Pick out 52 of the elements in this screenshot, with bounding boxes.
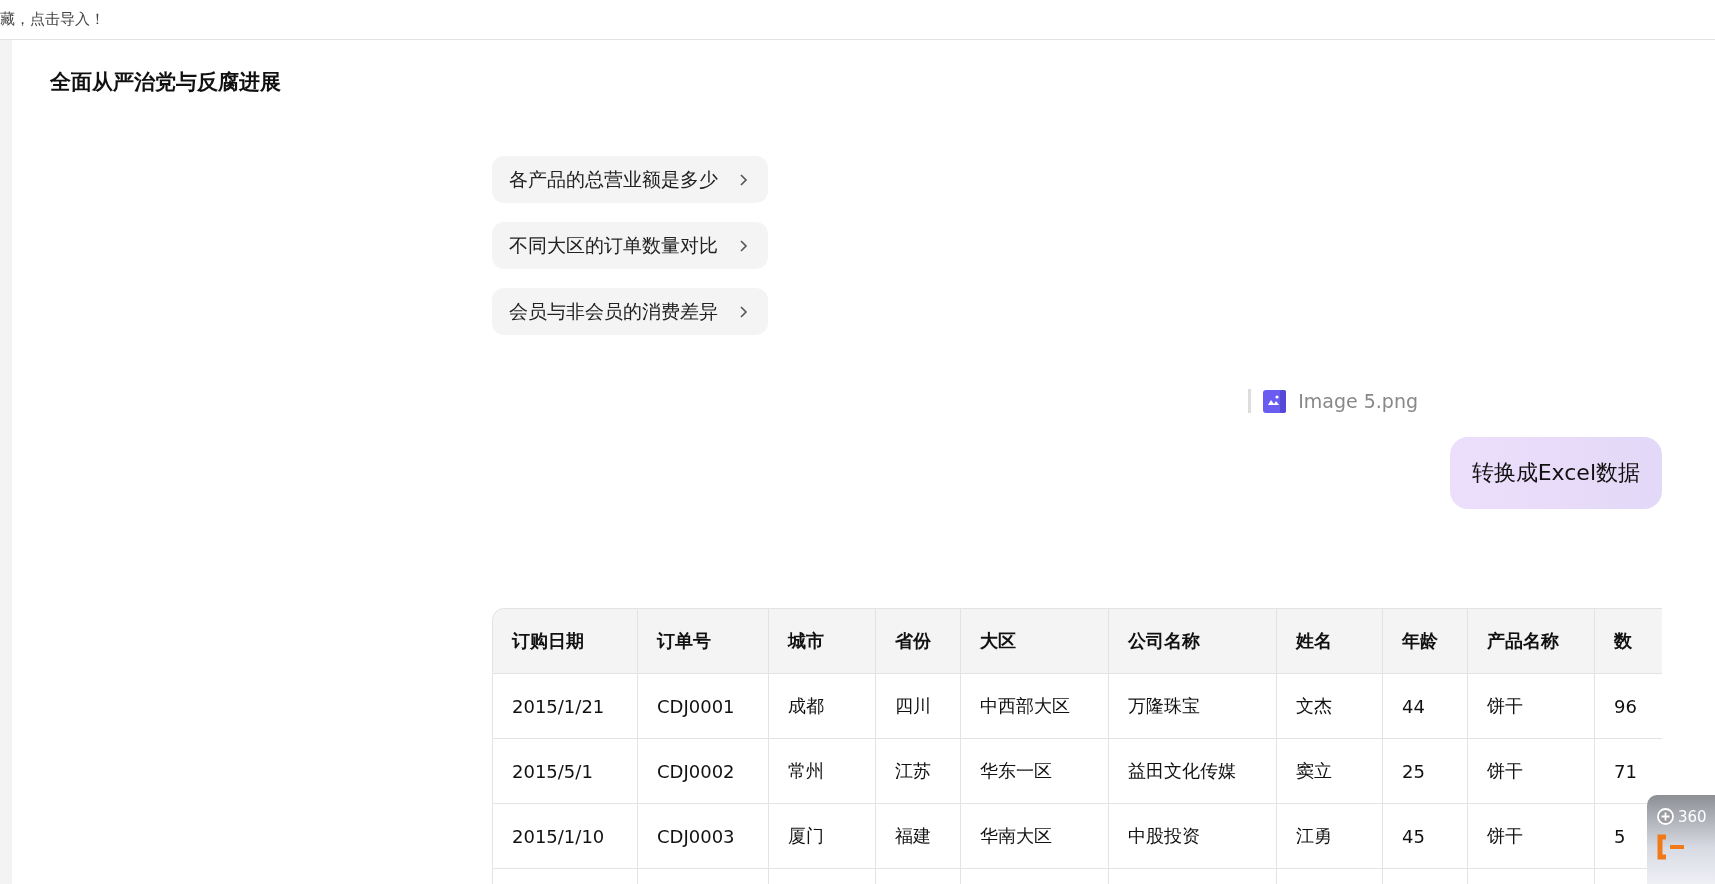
notice-text: 藏，点击导入！ <box>0 10 105 29</box>
file-name[interactable]: Image 5.png <box>1298 390 1418 412</box>
table-cell: 25 <box>1383 739 1468 804</box>
table-cell: 饼干 <box>1468 804 1595 869</box>
table-cell: 华南大区 <box>961 804 1109 869</box>
table-cell: 益田文化传媒 <box>1109 739 1277 804</box>
table-cell: 福建 <box>876 804 961 869</box>
column-header: 产品名称 <box>1468 608 1595 674</box>
table-cell: 江苏 <box>876 739 961 804</box>
table-cell: 2015/1/21 <box>492 674 638 739</box>
table-cell: 厦门 <box>769 804 876 869</box>
suggestion-chip[interactable]: 不同大区的订单数量对比 <box>492 222 768 269</box>
table-cell: 饼干 <box>1468 739 1595 804</box>
page-title: 全面从严治党与反腐进展 <box>50 69 281 96</box>
table-cell: 常州 <box>769 739 876 804</box>
table-cell: 45 <box>1383 804 1468 869</box>
chevron-right-icon <box>738 304 748 319</box>
chevron-right-icon <box>738 172 748 187</box>
image-file-icon <box>1263 389 1287 413</box>
table-cell: 饼干 <box>1468 674 1595 739</box>
table-cell: 华东一区 <box>961 739 1109 804</box>
table-cell: 2015/1/10 <box>492 804 638 869</box>
column-header: 姓名 <box>1277 608 1383 674</box>
table-cell: CDJ0001 <box>638 674 769 739</box>
widget-label: 360 <box>1678 807 1707 826</box>
table-cell: 44 <box>1383 674 1468 739</box>
table-cell: 成都 <box>769 674 876 739</box>
table-cell: 江勇 <box>1277 804 1383 869</box>
table-cell: CDJ0003 <box>638 804 769 869</box>
column-header: 公司名称 <box>1109 608 1277 674</box>
table-cell: 中西部大区 <box>961 674 1109 739</box>
column-header: 城市 <box>769 608 876 674</box>
table-cell: 文杰 <box>1277 674 1383 739</box>
bracket-icon <box>1656 834 1684 860</box>
table-cell: 2015/5/1 <box>492 739 638 804</box>
suggestion-chip[interactable]: 会员与非会员的消费差异 <box>492 288 768 335</box>
column-header: 大区 <box>961 608 1109 674</box>
column-header: 省份 <box>876 608 961 674</box>
table-cell: CDJ0002 <box>638 739 769 804</box>
user-message: 转换成Excel数据 <box>1449 437 1662 509</box>
table-cell: 中股投资 <box>1109 804 1277 869</box>
column-header: 订单号 <box>638 608 769 674</box>
table-cell: 四川 <box>876 674 961 739</box>
suggestion-chip[interactable]: 各产品的总营业额是多少 <box>492 156 768 203</box>
chevron-right-icon <box>738 238 748 253</box>
plus-circle-icon <box>1656 807 1675 826</box>
column-header: 订购日期 <box>492 608 638 674</box>
column-header: 年龄 <box>1383 608 1468 674</box>
table-cell: 万隆珠宝 <box>1109 674 1277 739</box>
table-cell: 窦立 <box>1277 739 1383 804</box>
table-cell: 96 <box>1595 674 1662 739</box>
column-header: 数 <box>1595 608 1662 674</box>
